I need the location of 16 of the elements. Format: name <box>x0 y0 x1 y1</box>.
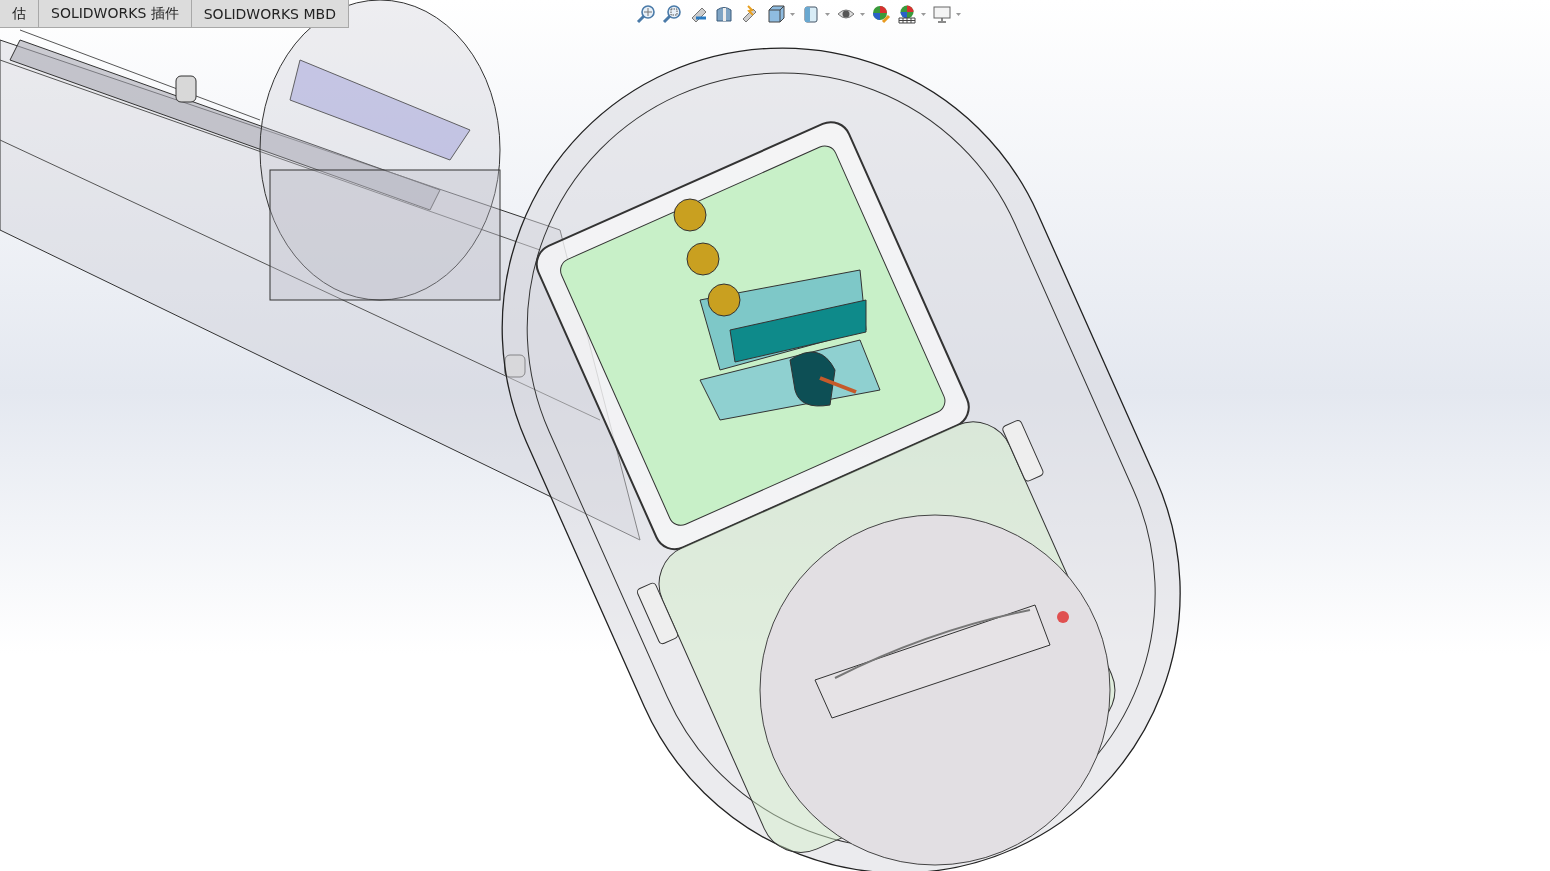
scene-icon[interactable] <box>897 4 917 24</box>
caret-icon[interactable] <box>921 12 926 16</box>
caret-icon[interactable] <box>956 12 961 16</box>
ribbon-tab[interactable]: SOLIDWORKS 插件 <box>38 0 192 28</box>
ribbon-tab[interactable]: 估 <box>0 0 39 28</box>
zoom-area-icon[interactable] <box>662 4 682 24</box>
monitor-icon[interactable] <box>932 4 952 24</box>
shaded-box-icon[interactable] <box>801 4 821 24</box>
color-ball-icon[interactable] <box>871 4 891 24</box>
zoom-to-fit-icon[interactable] <box>636 4 656 24</box>
caret-icon[interactable] <box>860 12 865 16</box>
caret-icon[interactable] <box>825 12 830 16</box>
caret-icon[interactable] <box>790 12 795 16</box>
ribbon-tab[interactable]: SOLIDWORKS MBD <box>190 0 349 28</box>
section-view-icon[interactable] <box>714 4 734 24</box>
cube-icon[interactable] <box>766 4 786 24</box>
